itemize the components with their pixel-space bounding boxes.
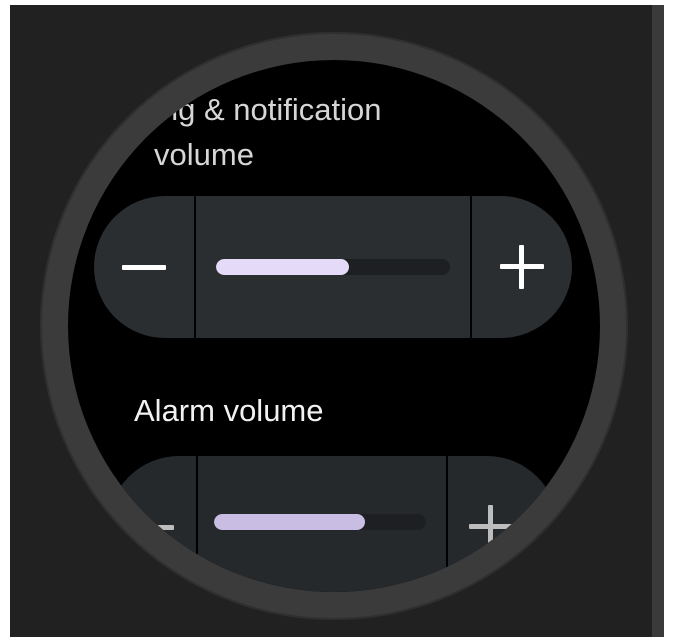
ring-volume-increase-button[interactable] (472, 196, 572, 338)
right-margin (652, 5, 664, 637)
plus-icon (469, 505, 513, 549)
minus-icon (122, 264, 166, 270)
left-margin (0, 0, 10, 637)
alarm-volume-level-fill (214, 514, 365, 530)
ring-notification-title: ing & notification volume (154, 87, 381, 177)
alarm-volume-divider-left (196, 456, 198, 592)
ring-volume-slider[interactable] (216, 259, 450, 275)
alarm-volume-slider[interactable] (214, 514, 426, 530)
ring-volume-divider-left (194, 196, 196, 338)
ring-notification-title-line1: ing & notification (154, 92, 382, 127)
ring-notification-title-line2: volume (154, 137, 254, 172)
alarm-volume-title: Alarm volume (134, 393, 324, 428)
minus-icon (130, 524, 174, 530)
watch-screen: ing & notification volume Alarm volume (68, 60, 600, 592)
alarm-volume-increase-button[interactable] (448, 456, 534, 592)
watch-stage: ing & notification volume Alarm volume (10, 5, 664, 637)
ring-volume-stepper (94, 196, 572, 338)
ring-volume-level-fill (216, 259, 350, 275)
plus-icon (500, 245, 544, 289)
alarm-volume-decrease-button[interactable] (108, 456, 196, 592)
alarm-volume-stepper (108, 456, 558, 592)
ring-volume-decrease-button[interactable] (94, 196, 194, 338)
